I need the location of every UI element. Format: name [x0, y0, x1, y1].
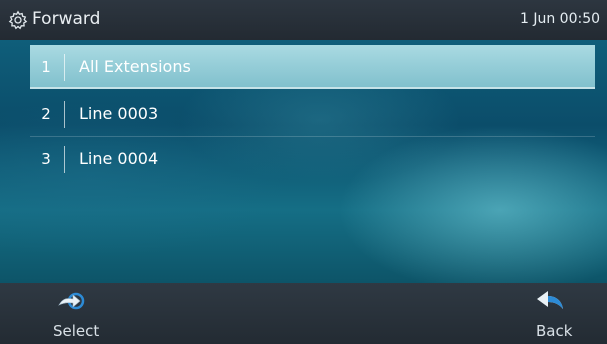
list-item-label: Line 0004 [79, 149, 159, 168]
date-time: 1 Jun 00:50 [520, 11, 601, 27]
title-bar: Forward 1 Jun 00:50 [0, 0, 607, 40]
list-item-separator [64, 146, 65, 173]
list-item-separator [64, 101, 65, 128]
list-item-label: Line 0003 [79, 104, 159, 123]
list-item-line-0003[interactable]: 2 Line 0003 [30, 92, 595, 136]
back-button[interactable]: Back [513, 283, 593, 344]
list-item-label: All Extensions [79, 57, 191, 76]
softkey-bar: Select Back [0, 283, 607, 344]
back-label: Back [536, 322, 573, 340]
list-item-number: 2 [41, 105, 51, 123]
select-arrow-icon [58, 292, 85, 310]
back-arrow-icon [537, 291, 563, 309]
page-title: Forward [32, 9, 101, 29]
gear-icon [8, 10, 28, 30]
list-item-line-0004[interactable]: 3 Line 0004 [30, 137, 595, 181]
content-area: 1 All Extensions 2 Line 0003 3 Line 0004 [0, 40, 607, 283]
select-button[interactable]: Select [36, 283, 116, 344]
phone-screen: Forward 1 Jun 00:50 1 All Extensions 2 L… [0, 0, 607, 344]
list-item-all-extensions[interactable]: 1 All Extensions [30, 45, 595, 89]
select-label: Select [53, 322, 100, 340]
list-item-number: 3 [41, 150, 51, 168]
list-item-separator [64, 54, 65, 81]
list-item-number: 1 [41, 58, 51, 76]
